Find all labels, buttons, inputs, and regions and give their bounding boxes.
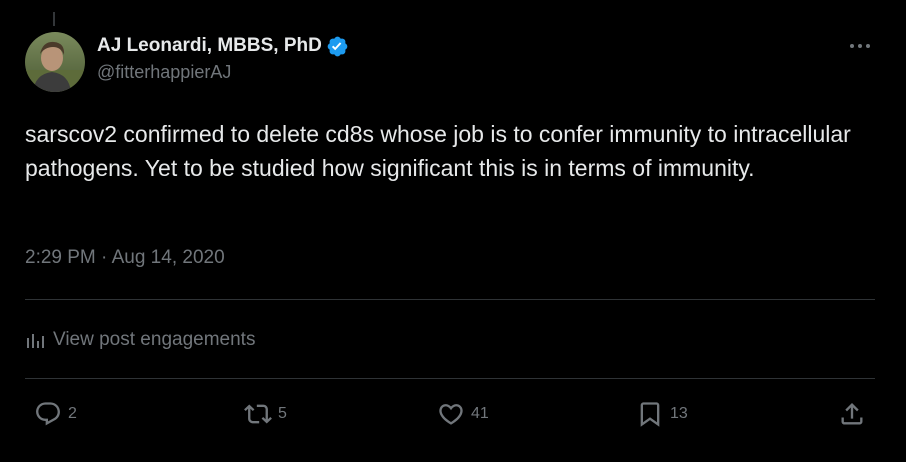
- reply-icon: [36, 402, 60, 426]
- share-button[interactable]: [838, 399, 866, 429]
- divider: [25, 299, 875, 300]
- view-engagements-link[interactable]: View post engagements: [25, 326, 255, 354]
- repost-icon: [244, 404, 272, 424]
- bookmark-icon: [640, 402, 660, 427]
- avatar[interactable]: [25, 32, 85, 92]
- heart-icon: [439, 404, 463, 425]
- bookmark-count: 13: [670, 405, 688, 422]
- author-name-row: AJ Leonardi, MBBS, PhD: [97, 33, 349, 59]
- bar-chart-icon: [27, 334, 44, 348]
- repost-button[interactable]: 5: [244, 399, 287, 429]
- divider: [25, 378, 875, 379]
- reply-count: 2: [68, 405, 77, 422]
- share-icon: [841, 403, 863, 425]
- thread-connector-line: [53, 12, 55, 26]
- like-button[interactable]: 41: [437, 399, 489, 429]
- author-handle[interactable]: @fitterhappierAJ: [97, 62, 231, 83]
- author-display-name[interactable]: AJ Leonardi, MBBS, PhD: [97, 35, 322, 57]
- post-text: sarscov2 confirmed to delete cd8s whose …: [25, 121, 851, 181]
- verified-badge-icon[interactable]: [326, 35, 349, 58]
- repost-count: 5: [278, 405, 287, 422]
- like-count: 41: [471, 405, 489, 422]
- reply-button[interactable]: 2: [34, 399, 77, 429]
- more-options-icon[interactable]: [845, 36, 875, 56]
- view-engagements-label: View post engagements: [53, 329, 256, 350]
- post-timestamp[interactable]: 2:29 PM · Aug 14, 2020: [25, 247, 225, 269]
- bookmark-button[interactable]: 13: [636, 399, 688, 429]
